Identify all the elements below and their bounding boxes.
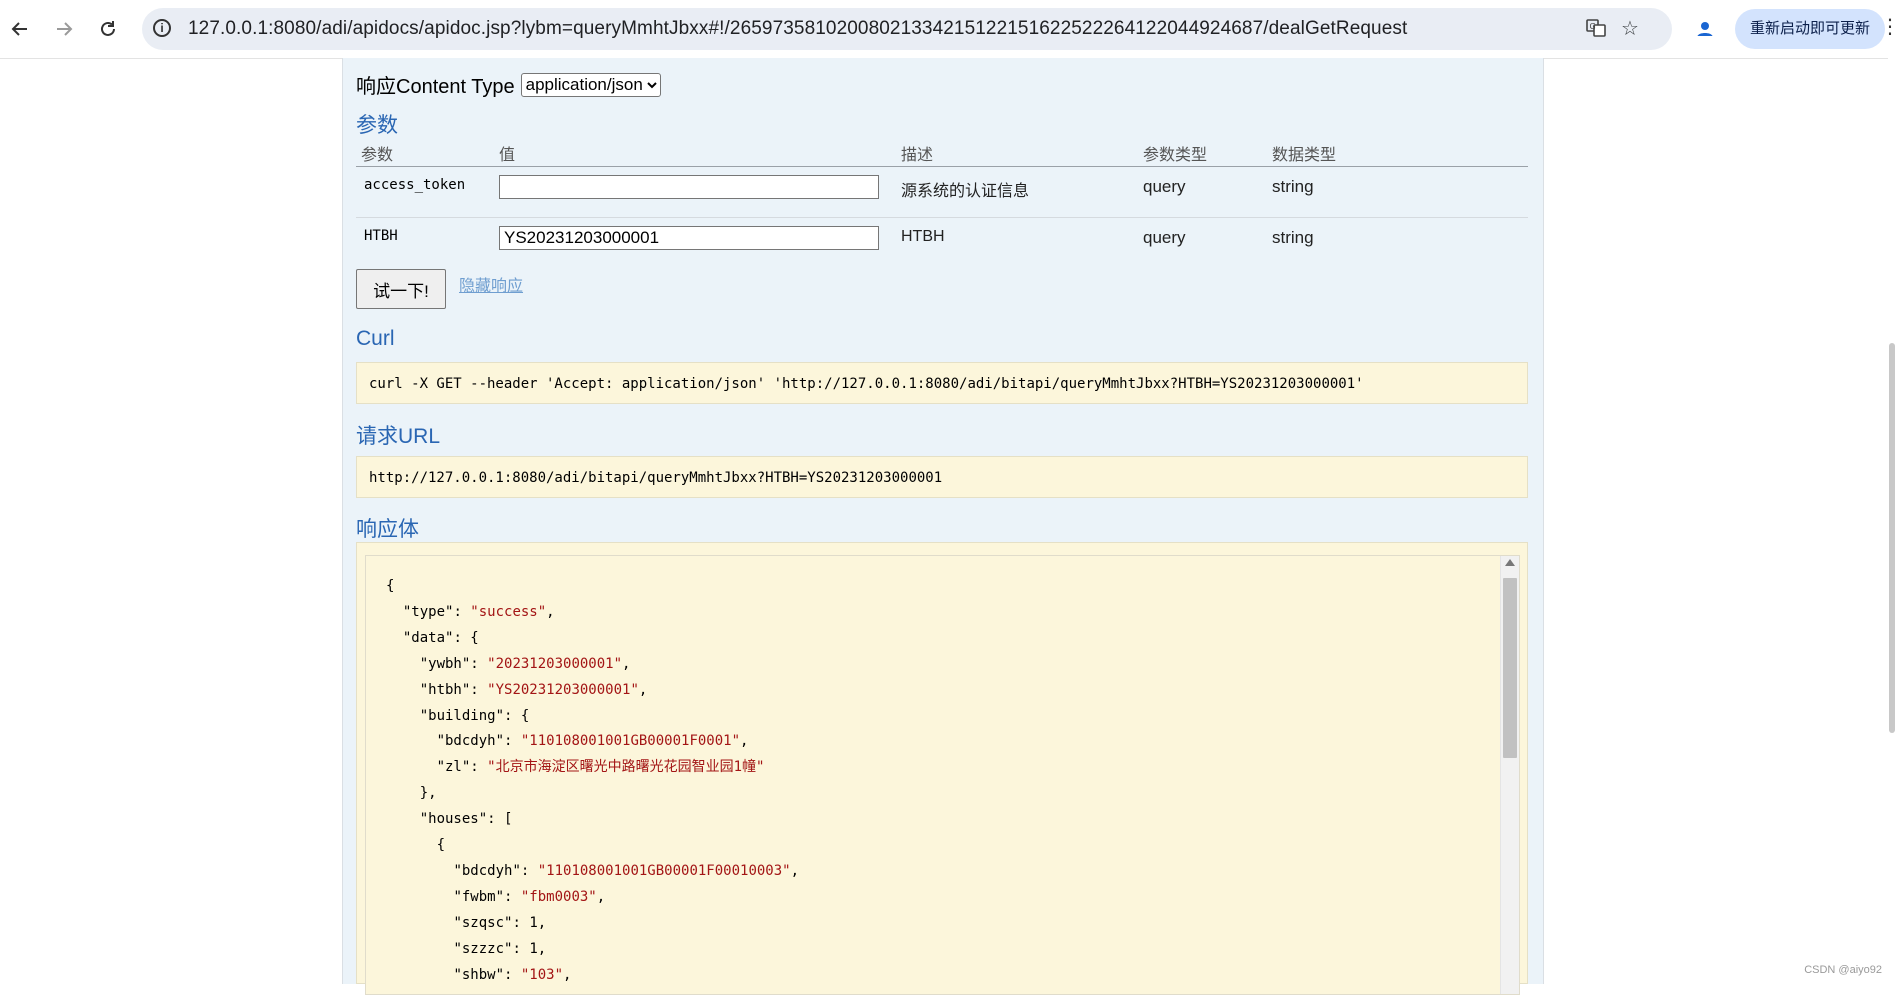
page-scrollbar-thumb[interactable] <box>1889 343 1895 733</box>
param-name: HTBH <box>364 228 398 244</box>
json-line: "shbw": "103", <box>453 966 572 983</box>
json-line: "data": { <box>402 629 479 646</box>
param-desc: HTBH <box>901 228 945 245</box>
json-line: "bdcdyh": "110108001001GB00001F00010003"… <box>453 862 800 879</box>
scrollbar-thumb[interactable] <box>1503 578 1517 758</box>
json-key: "building" <box>419 707 505 724</box>
htbh-input[interactable] <box>499 226 879 250</box>
json-line: "zl": "北京市海淀区曙光中路曙光花园智业园1幢" <box>436 759 765 776</box>
json-line: { <box>386 833 1519 859</box>
params-table-header: 参数 值 描述 参数类型 数据类型 <box>356 138 1528 167</box>
param-desc: 源系统的认证信息 <box>901 183 1030 200</box>
json-key: "bdcdyh" <box>436 733 505 750</box>
json-key: "type" <box>402 603 454 620</box>
response-content-type-label: 响应Content Type <box>356 76 515 98</box>
back-arrow-icon[interactable] <box>5 14 35 44</box>
json-key: "shbw" <box>453 966 505 983</box>
json-key: "htbh" <box>419 681 471 698</box>
json-line: "type": "success", <box>402 603 555 620</box>
col-header-param-type: 参数类型 <box>1143 147 1208 164</box>
table-row: access_token 源系统的认证信息 query string <box>356 167 1528 218</box>
json-value: "110108001001GB00001F00010003" <box>537 862 791 879</box>
url-text[interactable]: 127.0.0.1:8080/adi/apidocs/apidoc.jsp?ly… <box>188 18 1407 40</box>
json-line: "houses": [ <box>419 811 513 828</box>
svg-text:G: G <box>1590 22 1596 31</box>
col-header-data-type: 数据类型 <box>1272 147 1337 164</box>
access-token-input[interactable] <box>499 175 879 199</box>
response-body-heading: 响应体 <box>356 518 419 541</box>
param-type: query <box>1143 228 1186 247</box>
params-heading: 参数 <box>356 114 398 137</box>
watermark: CSDN @aiyo92 <box>1804 964 1882 976</box>
data-type: string <box>1272 177 1314 196</box>
reload-icon[interactable] <box>93 14 123 44</box>
json-line: "bdcdyh": "110108001001GB00001F0001", <box>436 733 749 750</box>
scroll-up-arrow-icon[interactable] <box>1505 559 1515 566</box>
update-chrome-button[interactable]: 重新启动即可更新 <box>1735 9 1885 49</box>
profile-icon[interactable] <box>1690 14 1720 44</box>
bookmark-star-icon[interactable]: ☆ <box>1618 17 1642 41</box>
param-name: access_token <box>364 177 466 193</box>
page-scrollbar[interactable] <box>1888 58 1896 984</box>
api-operation-panel: 响应Content Type application/json 参数 参数 值 … <box>342 58 1544 995</box>
json-key: "bdcdyh" <box>453 862 521 879</box>
json-value: 1 <box>529 940 538 957</box>
translate-icon[interactable]: G <box>1584 17 1608 41</box>
json-value: "success" <box>470 603 547 620</box>
curl-command-box: curl -X GET --header 'Accept: applicatio… <box>356 362 1528 404</box>
response-scrollbar[interactable] <box>1500 556 1519 994</box>
address-bar[interactable]: i 127.0.0.1:8080/adi/apidocs/apidoc.jsp?… <box>142 8 1672 50</box>
json-key: "ywbh" <box>419 655 471 672</box>
json-line: "htbh": "YS20231203000001", <box>419 681 648 698</box>
json-key: "houses" <box>419 811 488 828</box>
json-value: "YS20231203000001" <box>487 681 639 698</box>
json-line: "ywbh": "20231203000001", <box>419 655 631 672</box>
json-value: "北京市海淀区曙光中路曙光花园智业园1幢" <box>487 759 765 776</box>
col-header-param: 参数 <box>361 147 394 164</box>
json-line: "szqsc": 1, <box>453 914 547 931</box>
data-type: string <box>1272 228 1314 247</box>
json-line: "fwbm": "fbm0003", <box>453 888 606 905</box>
json-value: }, <box>419 785 437 802</box>
json-value: { <box>470 629 479 646</box>
hide-response-link[interactable]: 隐藏响应 <box>459 272 523 296</box>
param-type: query <box>1143 177 1186 196</box>
forward-arrow-icon[interactable] <box>49 14 79 44</box>
json-key: "zl" <box>436 759 471 776</box>
response-body-scroll-area[interactable]: { "type": "success", "data": { "ywbh": "… <box>365 555 1520 995</box>
json-value: { <box>386 578 395 594</box>
json-key: "szqsc" <box>453 914 513 931</box>
json-line: "szzzc": 1, <box>453 940 547 957</box>
json-line: { <box>386 574 1519 600</box>
json-value: { <box>520 707 530 724</box>
json-line: }, <box>386 781 1519 807</box>
response-body-json: { "type": "success", "data": { "ywbh": "… <box>366 556 1519 989</box>
response-body-container: { "type": "success", "data": { "ywbh": "… <box>356 542 1528 995</box>
more-menu-icon[interactable]: ⋮ <box>1880 14 1896 39</box>
json-key: "data" <box>402 629 454 646</box>
params-table: 参数 值 描述 参数类型 数据类型 access_token 源系统的认证信息 … <box>356 138 1528 268</box>
browser-toolbar: i 127.0.0.1:8080/adi/apidocs/apidoc.jsp?… <box>0 0 1896 59</box>
request-url-box: http://127.0.0.1:8080/adi/bitapi/queryMm… <box>356 456 1528 498</box>
col-header-value: 值 <box>499 147 516 164</box>
request-url-heading: 请求URL <box>356 425 441 448</box>
json-value: 1 <box>529 914 538 931</box>
json-key: "fwbm" <box>453 888 505 905</box>
col-header-desc: 描述 <box>901 147 934 164</box>
json-line: "building": { <box>419 707 530 724</box>
response-content-type-select[interactable]: application/json <box>520 72 661 97</box>
curl-heading-text: Curl <box>356 327 395 350</box>
json-value: "103" <box>520 966 564 983</box>
json-value: { <box>436 837 446 854</box>
json-value: [ <box>504 811 513 828</box>
site-info-icon[interactable]: i <box>153 19 171 37</box>
json-key: "szzzc" <box>453 940 513 957</box>
table-row: HTBH HTBH query string <box>356 218 1528 268</box>
json-value: "110108001001GB00001F0001" <box>520 733 741 750</box>
response-content-type-row: 响应Content Type application/json <box>356 70 661 99</box>
try-it-out-button[interactable]: 试一下! <box>356 269 446 309</box>
json-value: "fbm0003" <box>520 888 597 905</box>
json-value: "20231203000001" <box>487 655 623 672</box>
